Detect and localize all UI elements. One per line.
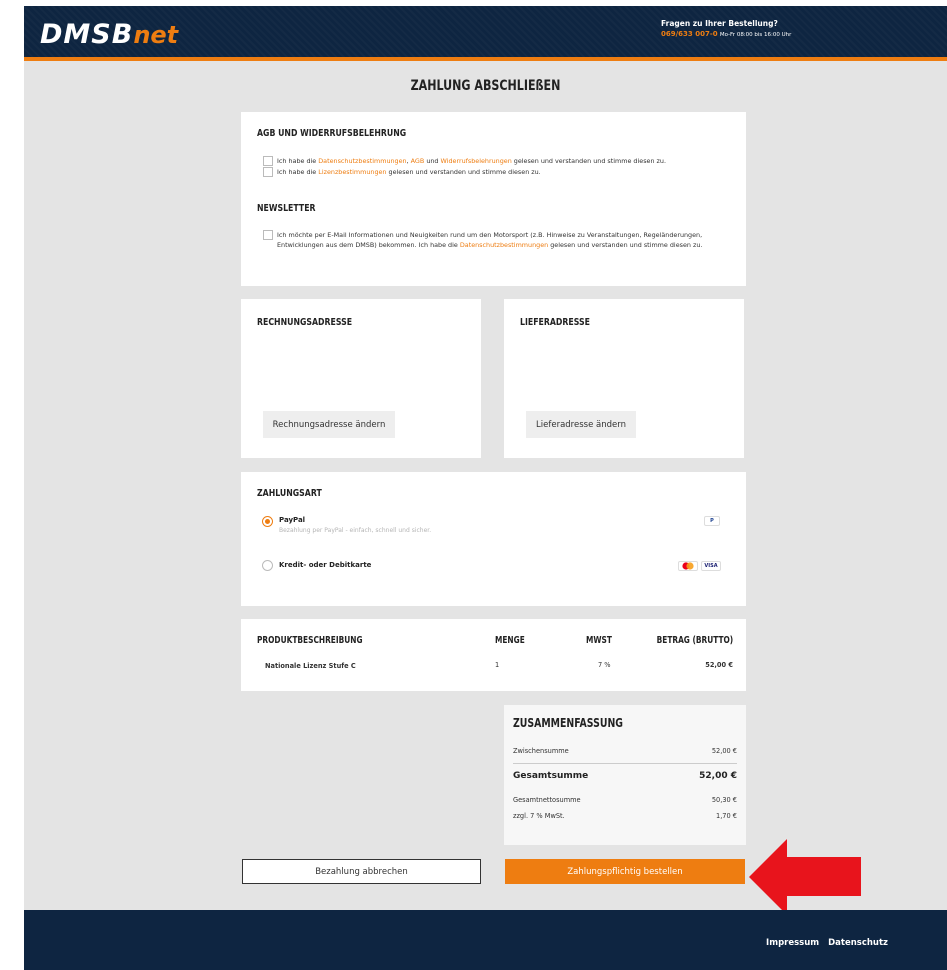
logo-accent-text: net bbox=[133, 21, 179, 49]
impressum-link[interactable]: Impressum bbox=[766, 938, 819, 948]
product-name: Nationale Lizenz Stufe C bbox=[265, 662, 356, 670]
paypal-label[interactable]: PayPal bbox=[279, 516, 305, 524]
card-radio[interactable] bbox=[262, 560, 273, 571]
card-label[interactable]: Kredit- oder Debitkarte bbox=[279, 561, 371, 569]
agb-link[interactable]: AGB bbox=[411, 157, 425, 165]
col-product-description: PRODUKTBESCHREIBUNG bbox=[257, 635, 363, 646]
total-label: Gesamtsumme bbox=[513, 771, 589, 781]
billing-heading: RECHNUNGSADRESSE bbox=[257, 317, 353, 328]
payment-method-card: ZAHLUNGSART PayPal Bezahlung per PayPal … bbox=[241, 472, 746, 606]
summary-heading: ZUSAMMENFASSUNG bbox=[513, 716, 623, 730]
vat-value: 1,70 € bbox=[716, 812, 737, 820]
place-order-button[interactable]: Zahlungspflichtig bestellen bbox=[505, 859, 745, 884]
newsletter-checkbox[interactable] bbox=[263, 230, 273, 240]
paypal-radio[interactable] bbox=[262, 516, 273, 527]
change-billing-address-button[interactable]: Rechnungsadresse ändern bbox=[263, 411, 395, 438]
change-shipping-address-button[interactable]: Lieferadresse ändern bbox=[526, 411, 636, 438]
summary-divider bbox=[513, 763, 737, 764]
license-consent-text: Ich habe die Lizenzbestimmungen gelesen … bbox=[277, 168, 541, 176]
products-card: PRODUKTBESCHREIBUNG MENGE MWST BETRAG (B… bbox=[241, 619, 746, 691]
logo-main-text: DMSB bbox=[40, 19, 134, 50]
paypal-description: Bezahlung per PayPal - einfach, schnell … bbox=[279, 527, 432, 534]
cancel-payment-button[interactable]: Bezahlung abbrechen bbox=[242, 859, 481, 884]
red-arrow-icon bbox=[749, 839, 861, 915]
mastercard-icon bbox=[678, 561, 698, 571]
dmsb-logo[interactable]: DMSBnet bbox=[40, 19, 178, 50]
paypal-icon: P bbox=[704, 516, 720, 526]
visa-icon: VISA bbox=[701, 561, 721, 571]
page-title: ZAHLUNG ABSCHLIEßEN bbox=[410, 78, 561, 94]
col-quantity: MENGE bbox=[495, 635, 525, 646]
newsletter-consent-text: Ich möchte per E-Mail Informationen und … bbox=[277, 231, 703, 249]
payment-heading: ZAHLUNGSART bbox=[257, 488, 322, 499]
agb-heading: AGB UND WIDERRUFSBELEHRUNG bbox=[257, 128, 407, 139]
main-content: ZAHLUNG ABSCHLIEßEN AGB UND WIDERRUFSBEL… bbox=[24, 61, 947, 910]
billing-address-card: RECHNUNGSADRESSE Rechnungsadresse ändern bbox=[241, 299, 481, 458]
license-terms-link[interactable]: Lizenzbestimmungen bbox=[318, 168, 386, 176]
site-footer: Impressum Datenschutz bbox=[24, 910, 947, 970]
datenschutz-link[interactable]: Datenschutz bbox=[828, 938, 888, 948]
net-total-label: Gesamtnettosumme bbox=[513, 796, 581, 804]
help-phone[interactable]: 069/633 007-0 bbox=[661, 30, 718, 38]
col-amount: BETRAG (BRUTTO) bbox=[656, 635, 733, 646]
product-amount: 52,00 € bbox=[705, 661, 733, 669]
net-total-value: 50,30 € bbox=[711, 796, 737, 804]
help-contact: Fragen zu Ihrer Bestellung? 069/633 007-… bbox=[661, 19, 791, 38]
site-header: DMSBnet Fragen zu Ihrer Bestellung? 069/… bbox=[24, 6, 947, 61]
product-quantity: 1 bbox=[495, 661, 500, 669]
summary-card: ZUSAMMENFASSUNG Zwischensumme 52,00 € Ge… bbox=[504, 705, 746, 845]
subtotal-value: 52,00 € bbox=[711, 747, 737, 755]
help-question: Fragen zu Ihrer Bestellung? bbox=[661, 19, 778, 28]
withdrawal-link[interactable]: Widerrufsbelehrungen bbox=[441, 157, 512, 165]
vat-label: zzgl. 7 % MwSt. bbox=[513, 812, 565, 820]
product-vat: 7 % bbox=[598, 661, 611, 669]
total-value: 52,00 € bbox=[699, 771, 737, 781]
shipping-heading: LIEFERADRESSE bbox=[520, 317, 590, 328]
license-checkbox[interactable] bbox=[263, 167, 273, 177]
subtotal-label: Zwischensumme bbox=[513, 747, 569, 755]
terms-card: AGB UND WIDERRUFSBELEHRUNG Ich habe die … bbox=[241, 112, 746, 286]
newsletter-heading: NEWSLETTER bbox=[257, 203, 316, 214]
agb-checkbox[interactable] bbox=[263, 156, 273, 166]
newsletter-privacy-link[interactable]: Datenschutzbestimmungen bbox=[460, 241, 548, 249]
col-vat: MWST bbox=[586, 635, 612, 646]
shipping-address-card: LIEFERADRESSE Lieferadresse ändern bbox=[504, 299, 744, 458]
help-hours: Mo-Fr 08:00 bis 16:00 Uhr bbox=[719, 32, 792, 38]
agb-consent-text: Ich habe die Datenschutzbestimmungen, AG… bbox=[277, 157, 666, 165]
privacy-link[interactable]: Datenschutzbestimmungen bbox=[318, 157, 406, 165]
